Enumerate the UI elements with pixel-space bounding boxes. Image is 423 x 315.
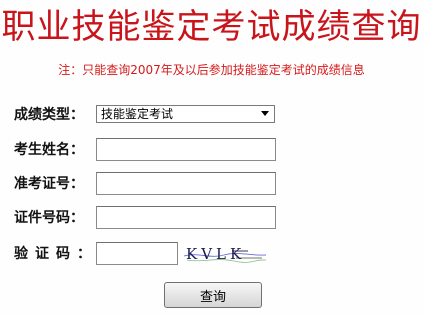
exam-id-input[interactable] [96,172,276,195]
score-type-select[interactable]: 技能鉴定考试 [96,105,275,123]
id-number-label: 证件号码： [14,210,84,226]
score-type-selected-value: 技能鉴定考试 [101,107,174,121]
page-title: 职业技能鉴定考试成绩查询 [1,7,422,47]
captcha-label: 验证码： [14,246,98,262]
score-type-label: 成绩类型： [14,107,84,123]
captcha-text: KVLK [186,245,245,263]
chevron-down-icon [261,111,269,116]
captcha-image[interactable]: KVLK [184,243,266,265]
id-number-input[interactable] [96,206,276,229]
query-button[interactable]: 查询 [164,282,262,308]
name-label: 考生姓名： [14,142,84,158]
exam-id-label: 准考证号： [14,176,84,192]
notice-text: 注：只能查询2007年及以后参加技能鉴定考试的成绩信息 [58,63,365,77]
captcha-input[interactable] [96,242,178,265]
query-page: 职业技能鉴定考试成绩查询 注：只能查询2007年及以后参加技能鉴定考试的成绩信息… [0,0,423,315]
name-input[interactable] [96,138,276,161]
